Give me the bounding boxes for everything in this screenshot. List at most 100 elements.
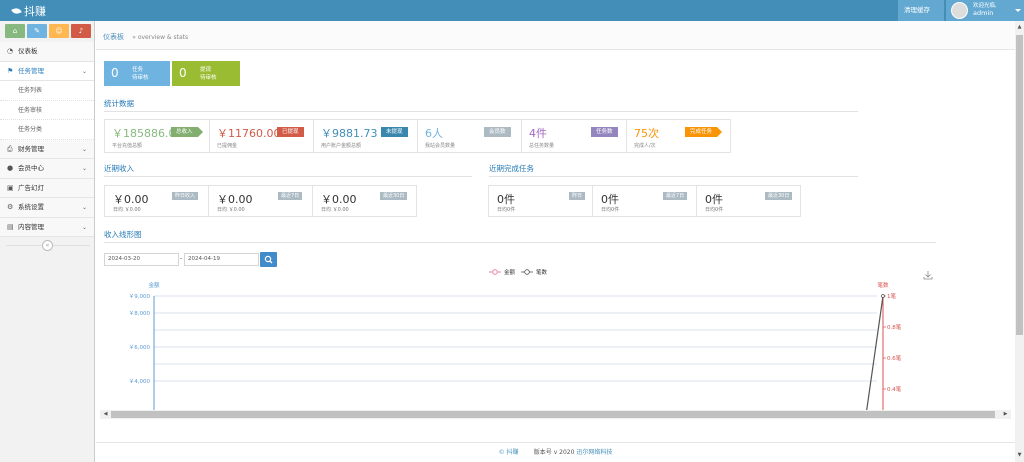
income-30days: ￥0.00 日均 ￥0.00 最近30日	[313, 186, 416, 216]
print-icon: ⎙	[7, 144, 13, 153]
income-avg: 日均 ￥0.00	[321, 207, 349, 213]
chevron-down-icon: ⌄	[81, 223, 87, 231]
income-tag: 昨日收入	[172, 192, 199, 200]
chart-grid	[154, 295, 877, 382]
page-vertical-scrollbar[interactable]	[1015, 21, 1024, 462]
income-value: ￥0.00	[321, 193, 357, 206]
chart-canvas: 金额 ￥9,000 ￥8,000 ￥6,000 ￥4,000 笔数 1笔 0.8笔 0.6笔 0…	[129, 268, 933, 410]
withdraw-review-box[interactable]: 0 提现 待审核	[172, 61, 240, 86]
series-point-count	[881, 294, 885, 298]
income-7days: ￥0.00 日均 ￥0.00 最近7日	[209, 186, 313, 216]
clear-cache-button[interactable]: 清理缓存	[898, 0, 944, 32]
left-tick-label: ￥6,000	[129, 344, 151, 351]
scrollbar-thumb[interactable]	[111, 411, 995, 418]
stat-label: 我站会员数量	[425, 143, 456, 149]
tasks-box: 0件 日均0件 昨日 0件 日均0件 最近7日 0件 日均0件 最近30日	[488, 185, 801, 217]
stats-row: ￥185886.0 平台充值总额 总收入 ￥11760.00 已提佣金 已提现 …	[104, 119, 731, 153]
book-icon: ▤	[7, 222, 14, 231]
stat-label: 完成人/次	[634, 143, 656, 149]
divider	[104, 176, 472, 177]
legend-entry: 笔数	[536, 268, 548, 276]
task-review-box[interactable]: 0 任务 待审核	[104, 61, 170, 86]
clear-cache-label: 清理缓存	[904, 6, 930, 14]
right-tick-label: 0.6笔	[887, 354, 902, 362]
right-tick-label: 1笔	[887, 292, 896, 300]
sidebar-collapse-button[interactable]: «	[42, 240, 53, 251]
right-tick-label: 0.4笔	[887, 385, 902, 393]
brand-name: 抖赚	[24, 5, 46, 18]
picture-icon: ▣	[7, 183, 14, 192]
chevron-down-icon: ⌄	[81, 67, 87, 75]
chart-legend[interactable]: 金额 笔数	[489, 268, 548, 276]
withdraw-review-count: 0	[179, 66, 187, 80]
sidebar-item-label: 仪表板	[18, 47, 38, 55]
sidebar-subitem-task-list[interactable]: 任务列表	[0, 81, 94, 101]
shortcut-pencil-button[interactable]: ✎	[27, 24, 47, 38]
legend-swatch-marker	[524, 269, 530, 275]
sidebar-item-settings[interactable]: ⚙ 系统设置 ⌄	[0, 198, 94, 218]
users-icon: ☺	[55, 27, 63, 35]
income-avg: 日均 ￥0.00	[217, 207, 245, 213]
stat-total-income: ￥185886.0 平台充值总额 总收入	[105, 120, 210, 152]
income-tag: 最近7日	[278, 192, 303, 200]
username: admin	[973, 9, 994, 17]
tasks-value: 0件	[705, 193, 723, 206]
date-separator: -	[180, 255, 183, 262]
right-axis: 笔数 1笔 0.8笔 0.6笔 0.4笔	[877, 281, 902, 410]
sidebar-subitem-task-category[interactable]: 任务分类	[0, 120, 94, 140]
stat-value: ￥185886.0	[112, 127, 176, 140]
avatar	[951, 2, 968, 19]
shortcut-users-button[interactable]: ☺	[49, 24, 69, 38]
left-tick-label: ￥8,000	[129, 310, 151, 317]
tasks-value: 0件	[497, 193, 515, 206]
scroll-right-icon[interactable]: ▶	[1001, 410, 1010, 419]
sidebar-item-label: 系统设置	[18, 203, 44, 211]
download-icon[interactable]	[923, 271, 933, 280]
scroll-left-icon[interactable]: ◀	[101, 410, 110, 419]
scrollbar-thumb[interactable]	[1016, 35, 1023, 335]
sidebar-item-label: 会员中心	[18, 164, 44, 172]
tasks-tag: 昨日	[569, 192, 586, 200]
gear-icon: ⚙	[7, 203, 14, 211]
income-section-title: 近期收入	[104, 164, 134, 173]
scroll-up-icon[interactable]: ▲	[1015, 23, 1024, 32]
sidebar-item-slides[interactable]: ▣ 广告幻灯	[0, 178, 94, 198]
divider	[104, 242, 936, 243]
breadcrumb: 仪表板 » overview & stats	[96, 21, 1015, 50]
user-menu[interactable]: 欢迎光临, admin	[946, 0, 1024, 21]
sidebar-menu: ◔ 仪表板 ⚑ 任务管理 ⌄ 任务列表 任务审核 任务分类 ⎙ 财务管理 ⌄ ● 会员中心 ⌄…	[0, 42, 94, 237]
stat-label: 用户账户金额总额	[321, 143, 362, 149]
chart-horizontal-scrollbar[interactable]: ◀ ▶	[100, 410, 1011, 419]
sidebar-item-content[interactable]: ▤ 内容管理 ⌄	[0, 217, 94, 237]
shortcut-home-button[interactable]: ⌂	[5, 24, 25, 38]
footer-brand[interactable]: © 抖赚	[499, 449, 519, 456]
tasks-avg: 日均0件	[601, 207, 620, 213]
sidebar-item-dashboard[interactable]: ◔ 仪表板	[0, 42, 94, 62]
stat-value: ￥11760.00	[217, 127, 281, 140]
sidebar-item-task-manage[interactable]: ⚑ 任务管理 ⌄	[0, 61, 94, 81]
income-yesterday: ￥0.00 日均 ￥0.00 昨日收入	[105, 186, 209, 216]
breadcrumb-home-link[interactable]: 仪表板	[103, 33, 124, 41]
stat-tag: 会员数	[484, 127, 511, 137]
stat-value: 4件	[529, 127, 547, 140]
tasks-30days: 0件 日均0件 最近30日	[697, 186, 800, 216]
sidebar-item-members[interactable]: ● 会员中心 ⌄	[0, 159, 94, 179]
user-icon: ●	[7, 164, 14, 172]
footer-company[interactable]: 迅尔网络科技	[576, 449, 612, 456]
stat-tasks: 4件 总任务数量 任务数	[522, 120, 627, 152]
footer: © 抖赚 版本号 v 2020 迅尔网络科技	[96, 442, 1015, 462]
right-tick-label: 0.8笔	[887, 323, 902, 331]
right-axis-label: 笔数	[877, 281, 889, 289]
sidebar-item-finance[interactable]: ⎙ 财务管理 ⌄	[0, 139, 94, 159]
leaf-icon	[11, 6, 22, 16]
shortcut-bell-button[interactable]: ♪	[71, 24, 91, 38]
sidebar-item-label: 任务列表	[18, 87, 43, 94]
brand-logo[interactable]: 抖赚	[11, 3, 46, 19]
dashboard-icon: ◔	[7, 47, 14, 55]
scroll-down-icon[interactable]: ▼	[1015, 451, 1024, 460]
sidebar-item-label: 广告幻灯	[18, 183, 44, 192]
sidebar-subitem-task-review[interactable]: 任务审核	[0, 100, 94, 120]
stat-tag: 完成任务	[685, 127, 723, 137]
tasks-7days: 0件 日均0件 最近7日	[593, 186, 697, 216]
tasks-tag: 最近30日	[765, 192, 793, 200]
